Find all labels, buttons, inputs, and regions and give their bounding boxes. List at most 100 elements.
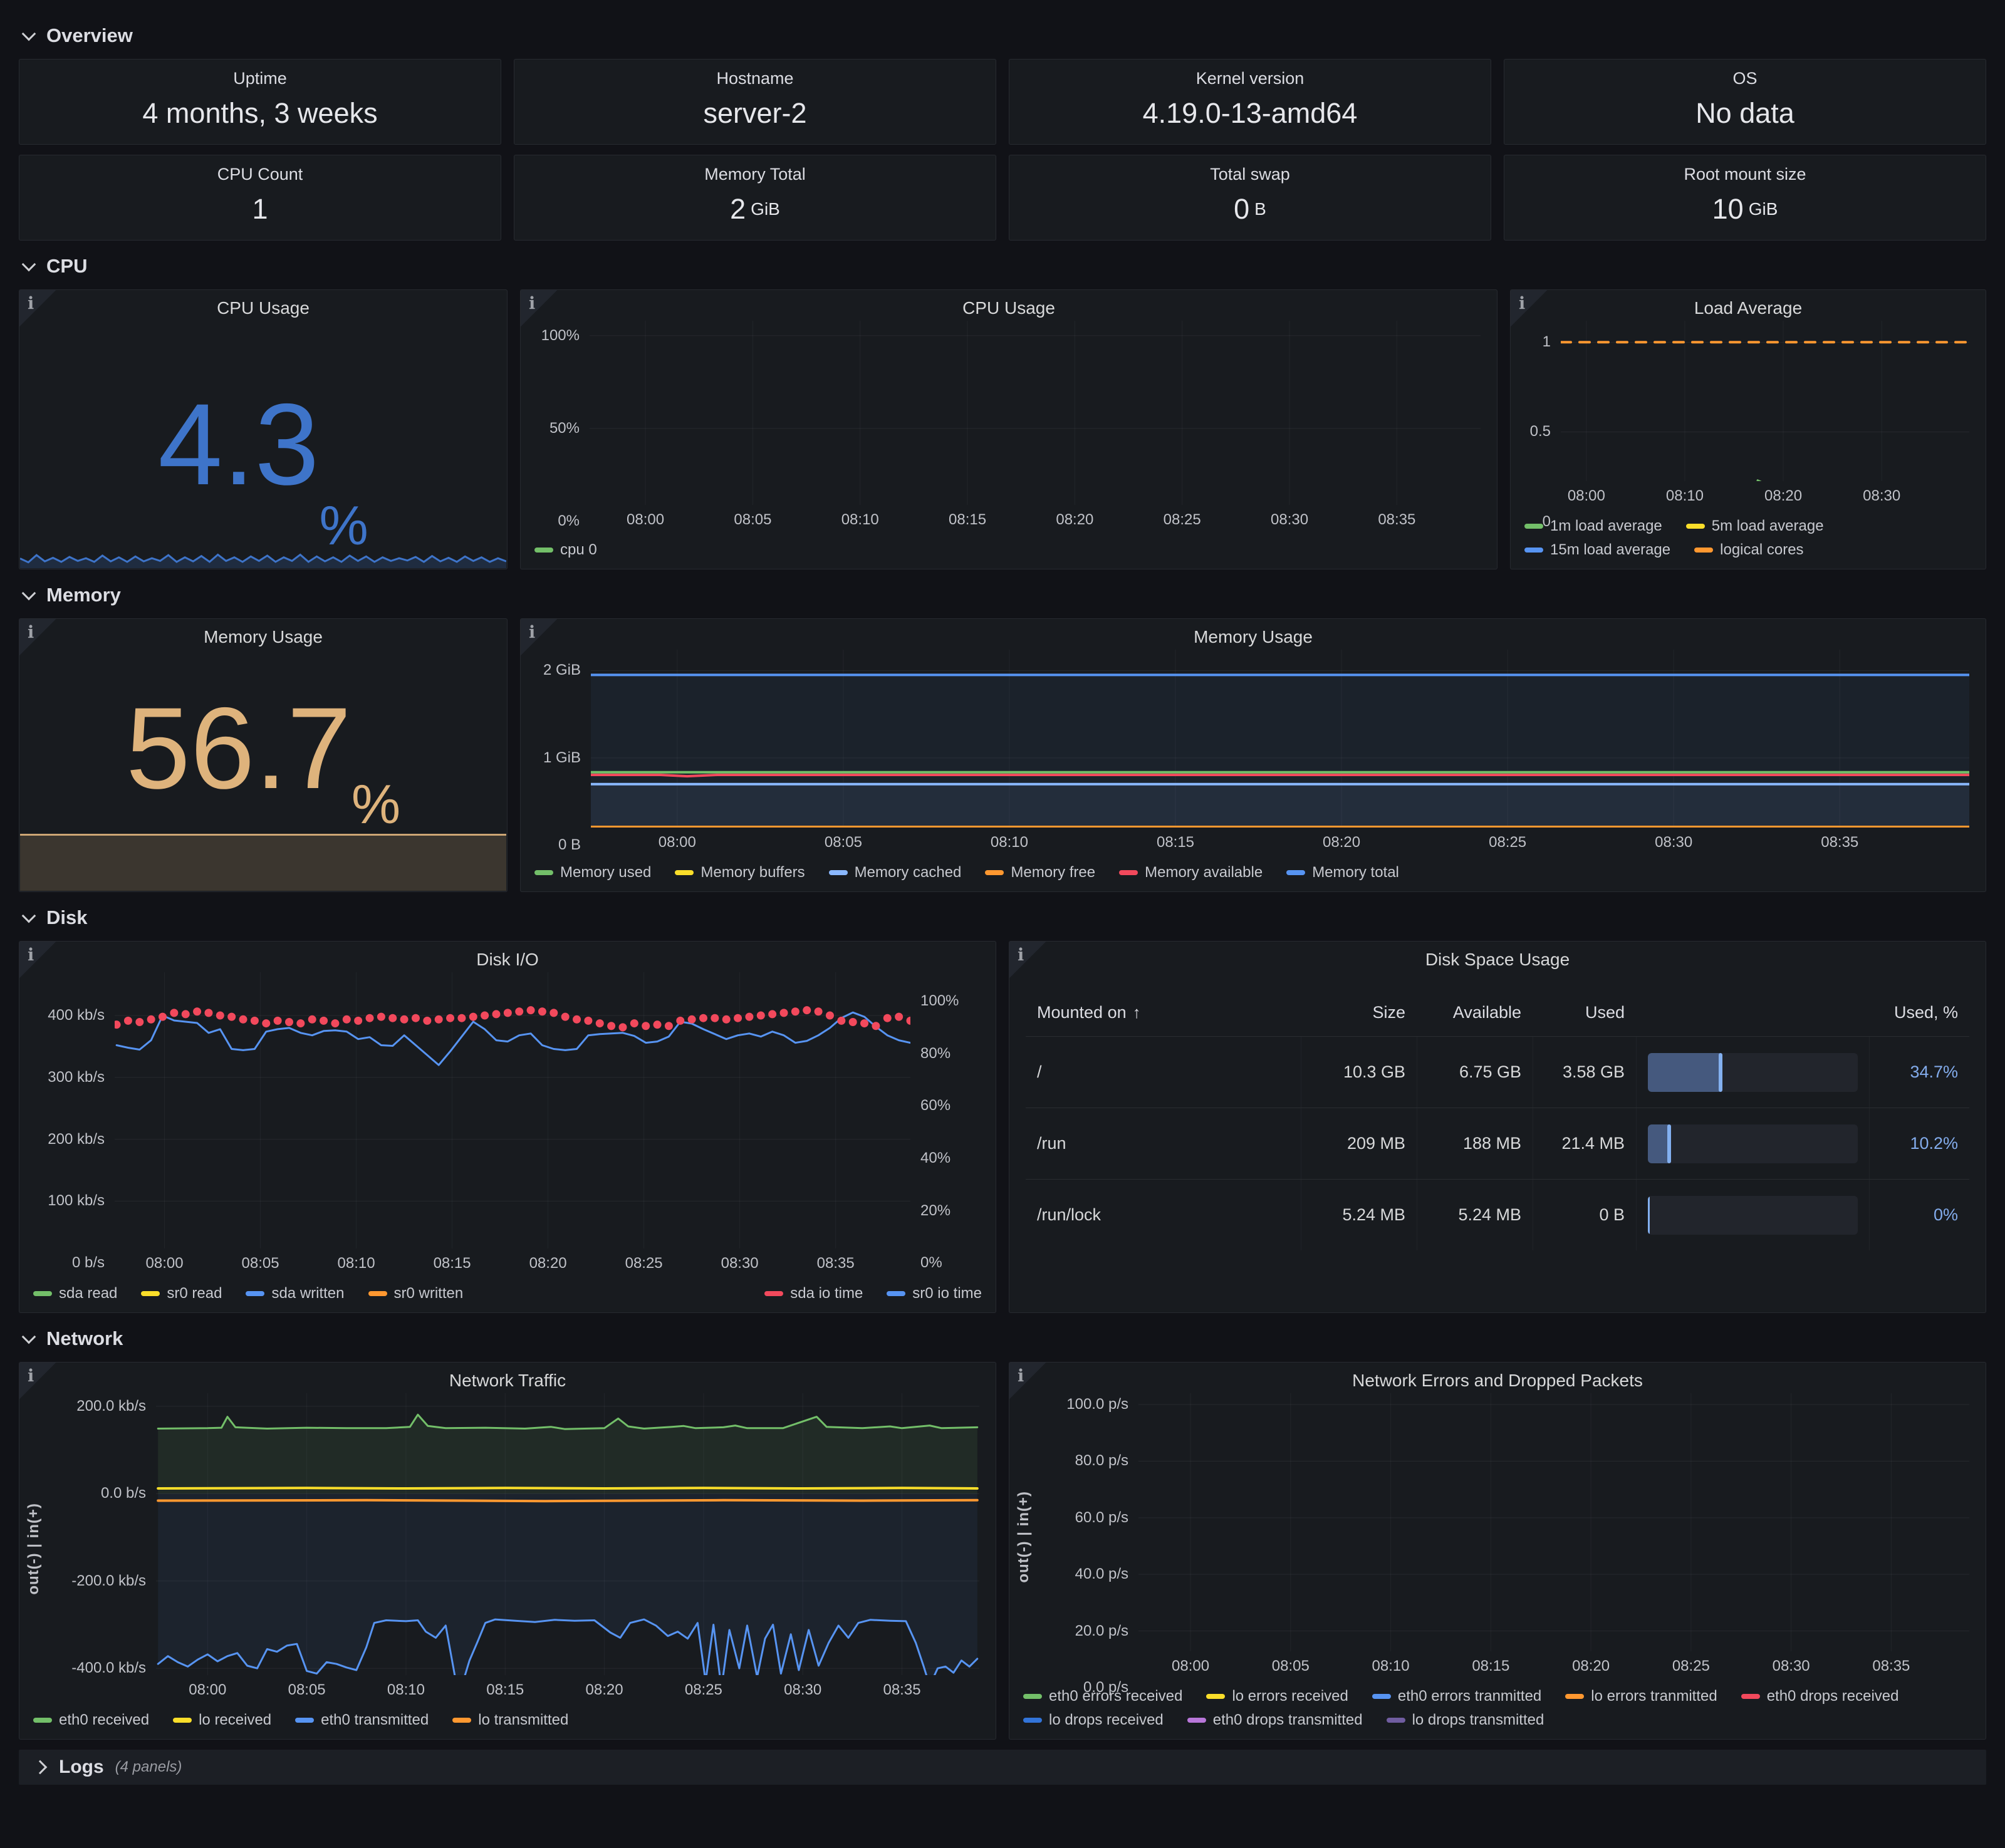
legend-item[interactable]: eth0 drops received [1741,1688,1899,1705]
memory-usage-plot[interactable] [591,650,1969,828]
legend-item[interactable]: lo received [173,1711,271,1729]
x-tick-label: 08:00 [164,1681,251,1699]
cell-usage-bar [1636,1037,1869,1108]
legend-label: sda io time [790,1285,863,1302]
cpu-usage-plot[interactable] [590,321,1481,505]
legend-item[interactable]: lo errors received [1206,1688,1348,1705]
y-tick-label: 300 kb/s [48,1069,105,1086]
legend-item[interactable]: eth0 transmitted [295,1711,429,1729]
y-tick-label: 200.0 kb/s [76,1398,146,1415]
col-header-used-pct[interactable]: Used, % [1869,1003,1969,1022]
section-header-disk[interactable]: Disk [23,902,1986,933]
network-traffic-plot[interactable] [156,1393,979,1675]
legend-item[interactable]: 5m load average [1686,517,1824,535]
legend-item[interactable]: lo drops transmitted [1387,1711,1544,1729]
x-tick-label: 08:15 [1447,1658,1534,1675]
legend-item[interactable]: eth0 received [33,1711,149,1729]
panel-info-icon[interactable]: i [521,290,557,326]
section-header-cpu[interactable]: CPU [23,251,1986,282]
legend-swatch [173,1718,192,1723]
stat-label: Kernel version [1196,69,1305,88]
legend-swatch [1023,1694,1042,1699]
stat-label: Uptime [233,69,287,88]
panel-info-icon[interactable]: i [1009,942,1046,978]
cell-size: 10.3 GB [1301,1037,1417,1108]
section-header-logs[interactable]: Logs (4 panels) [19,1750,1986,1785]
x-tick-label: 08:20 [1739,487,1827,505]
y-tick-label: 0% [558,512,580,530]
legend-label: lo transmitted [478,1711,568,1729]
x-tick-label: 08:35 [858,1681,946,1699]
panel-info-icon[interactable]: i [19,942,56,978]
legend-swatch [534,870,553,875]
x-tick-label: 08:30 [1747,1658,1835,1675]
cell-used-pct: 0% [1869,1180,1969,1250]
legend-item[interactable]: eth0 errors tranmitted [1372,1688,1541,1705]
x-tick-label: 08:20 [1298,834,1385,851]
legend-item[interactable]: sr0 io time [887,1285,982,1302]
legend-item[interactable]: sda read [33,1285,117,1302]
legend-item[interactable]: Memory buffers [675,864,805,881]
panel-info-icon[interactable]: i [1009,1363,1046,1399]
x-tick-label: 08:05 [799,834,887,851]
legend-swatch [985,870,1004,875]
stat-label: Root mount size [1684,165,1806,184]
panel-title: Load Average [1511,290,1986,321]
legend-swatch [534,548,553,553]
panel-info-icon[interactable]: i [19,619,56,655]
section-header-memory[interactable]: Memory [23,579,1986,611]
x-tick-label: 08:20 [1547,1658,1635,1675]
legend-label: sr0 written [394,1285,464,1302]
legend-item[interactable]: Memory used [534,864,651,881]
panel-info-icon[interactable]: i [19,1363,56,1399]
panel-info-icon[interactable]: i [19,290,56,326]
panel-title: CPU Usage [521,290,1497,321]
load-average-plot[interactable] [1561,321,1969,481]
y-tick-label: 40.0 p/s [1075,1565,1128,1583]
x-tick-label: 08:30 [1630,834,1717,851]
cpu-usage-legend: cpu 0 [521,534,1497,569]
legend-item[interactable]: sr0 written [368,1285,464,1302]
x-tick-label: 08:35 [792,1255,880,1272]
legend-item[interactable]: cpu 0 [534,541,597,559]
y-tick-label: 0.5 [1530,423,1551,440]
col-header-size[interactable]: Size [1301,1003,1417,1022]
stat-value: 10GiB [1712,184,1778,240]
col-header-available[interactable]: Available [1417,1003,1533,1022]
legend-item[interactable]: sda written [246,1285,344,1302]
legend-item[interactable]: lo drops received [1023,1711,1164,1729]
legend-item[interactable]: 15m load average [1524,541,1670,559]
legend-item[interactable]: logical cores [1694,541,1803,559]
col-header-used[interactable]: Used [1533,1003,1636,1022]
legend-swatch [1524,548,1543,553]
network-errors-plot[interactable] [1138,1393,1969,1651]
panel-info-icon[interactable]: i [1511,290,1547,326]
legend-item[interactable]: Memory cached [829,864,962,881]
y-tick-label: -200.0 kb/s [71,1572,146,1590]
cell-available: 5.24 MB [1417,1180,1533,1250]
panel-info-icon[interactable]: i [521,619,557,655]
legend-item[interactable]: lo transmitted [452,1711,568,1729]
legend-item[interactable]: Memory total [1286,864,1399,881]
x-tick-label: 08:05 [709,511,796,529]
legend-item[interactable]: Memory free [985,864,1095,881]
x-tick-label: 08:05 [1247,1658,1335,1675]
legend-label: 5m load average [1712,517,1824,535]
legend-item[interactable]: sda io time [764,1285,863,1302]
col-header-mounted-on[interactable]: Mounted on↑ [1026,1003,1301,1022]
legend-swatch [675,870,694,875]
section-header-overview[interactable]: Overview [23,20,1986,51]
section-header-network[interactable]: Network [23,1323,1986,1354]
legend-label: Memory cached [855,864,962,881]
disk-io-plot[interactable] [115,972,910,1248]
legend-item[interactable]: lo errors tranmitted [1565,1688,1717,1705]
legend-label: eth0 drops received [1767,1688,1899,1705]
stat-panel-hostname: Hostname server-2 [514,59,996,145]
stat-panel-uptime: Uptime 4 months, 3 weeks [19,59,501,145]
stat-panel-os: OS No data [1504,59,1986,145]
legend-item[interactable]: sr0 read [141,1285,222,1302]
legend-item[interactable]: eth0 drops transmitted [1187,1711,1363,1729]
legend-item[interactable]: Memory available [1119,864,1263,881]
cell-used-pct: 10.2% [1869,1108,1969,1179]
legend-label: lo errors tranmitted [1591,1688,1717,1705]
